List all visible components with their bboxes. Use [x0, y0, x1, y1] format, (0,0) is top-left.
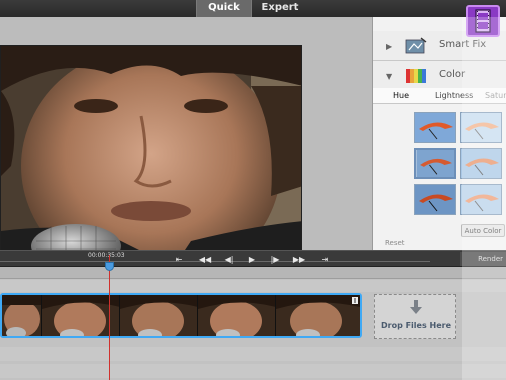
clip-thumbnail [2, 295, 42, 336]
clip-thumbnail [276, 295, 360, 336]
drop-files-zone[interactable]: Drop Files Here [374, 294, 456, 339]
collapse-arrow-icon[interactable]: ▼ [386, 72, 392, 81]
preview-area [0, 17, 372, 255]
step-forward-icon[interactable]: |▶ [268, 255, 282, 264]
variation-thumb[interactable] [414, 184, 456, 215]
timecode-display: 00:00:35:03 [88, 252, 125, 259]
video-clip[interactable] [0, 293, 362, 338]
next-clip-icon[interactable]: ▶▶ [292, 255, 306, 264]
reset-link[interactable]: Reset [385, 239, 405, 247]
play-icon[interactable]: ▶ [245, 255, 259, 264]
timeline-ruler[interactable] [0, 267, 506, 279]
clip-thumbnail [198, 295, 276, 336]
timeline: Drop Files Here [0, 267, 506, 380]
clip-thumbnail [120, 295, 198, 336]
go-to-end-icon[interactable]: ⇥ [318, 255, 332, 264]
arrow-down-icon [410, 300, 422, 314]
mode-bar: Quick Expert [0, 0, 506, 17]
expand-arrow-icon[interactable]: ▶ [386, 42, 392, 51]
variation-thumb-selected[interactable] [414, 148, 456, 179]
go-to-start-icon[interactable]: ⇤ [172, 255, 186, 264]
playhead[interactable] [109, 255, 110, 380]
playhead-handle[interactable] [105, 262, 114, 271]
video-frame-image [1, 46, 301, 254]
transport-bar: 00:00:35:03 ⇤ ◀◀ ◀| ▶ |▶ ▶▶ ⇥ Render [0, 250, 506, 267]
tab-quick[interactable]: Quick [196, 0, 252, 17]
tab-hue[interactable]: Hue [393, 88, 409, 104]
tab-expert[interactable]: Expert [254, 0, 306, 17]
drop-files-label: Drop Files Here [380, 321, 451, 330]
previous-clip-icon[interactable]: ◀◀ [198, 255, 212, 264]
timeline-track [0, 280, 506, 292]
video-preview [0, 45, 302, 255]
step-back-icon[interactable]: ◀| [222, 255, 236, 264]
timeline-track [0, 364, 506, 378]
smart-fix-icon [405, 37, 427, 54]
variation-thumb[interactable] [414, 112, 456, 143]
color-swatch-icon [406, 69, 426, 83]
scrub-track[interactable] [0, 261, 430, 262]
timeline-track [0, 347, 506, 361]
panel-overlay [462, 17, 506, 380]
